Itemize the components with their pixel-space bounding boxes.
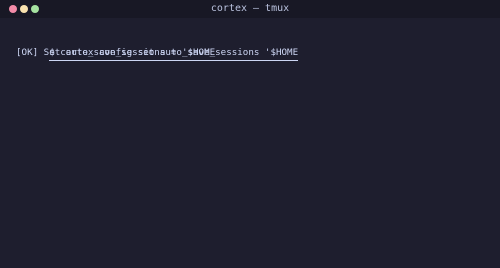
title-bar: cortex — tmux xyxy=(0,0,500,18)
window-title: cortex — tmux xyxy=(210,3,290,14)
terminal-window: cortex — tmux $ cortex config set auto_s… xyxy=(0,0,500,268)
terminal-line-command: $ cortex config set auto_save_sessions '… xyxy=(16,32,492,61)
terminal-output[interactable]: $ cortex config set auto_save_sessions '… xyxy=(16,32,492,61)
